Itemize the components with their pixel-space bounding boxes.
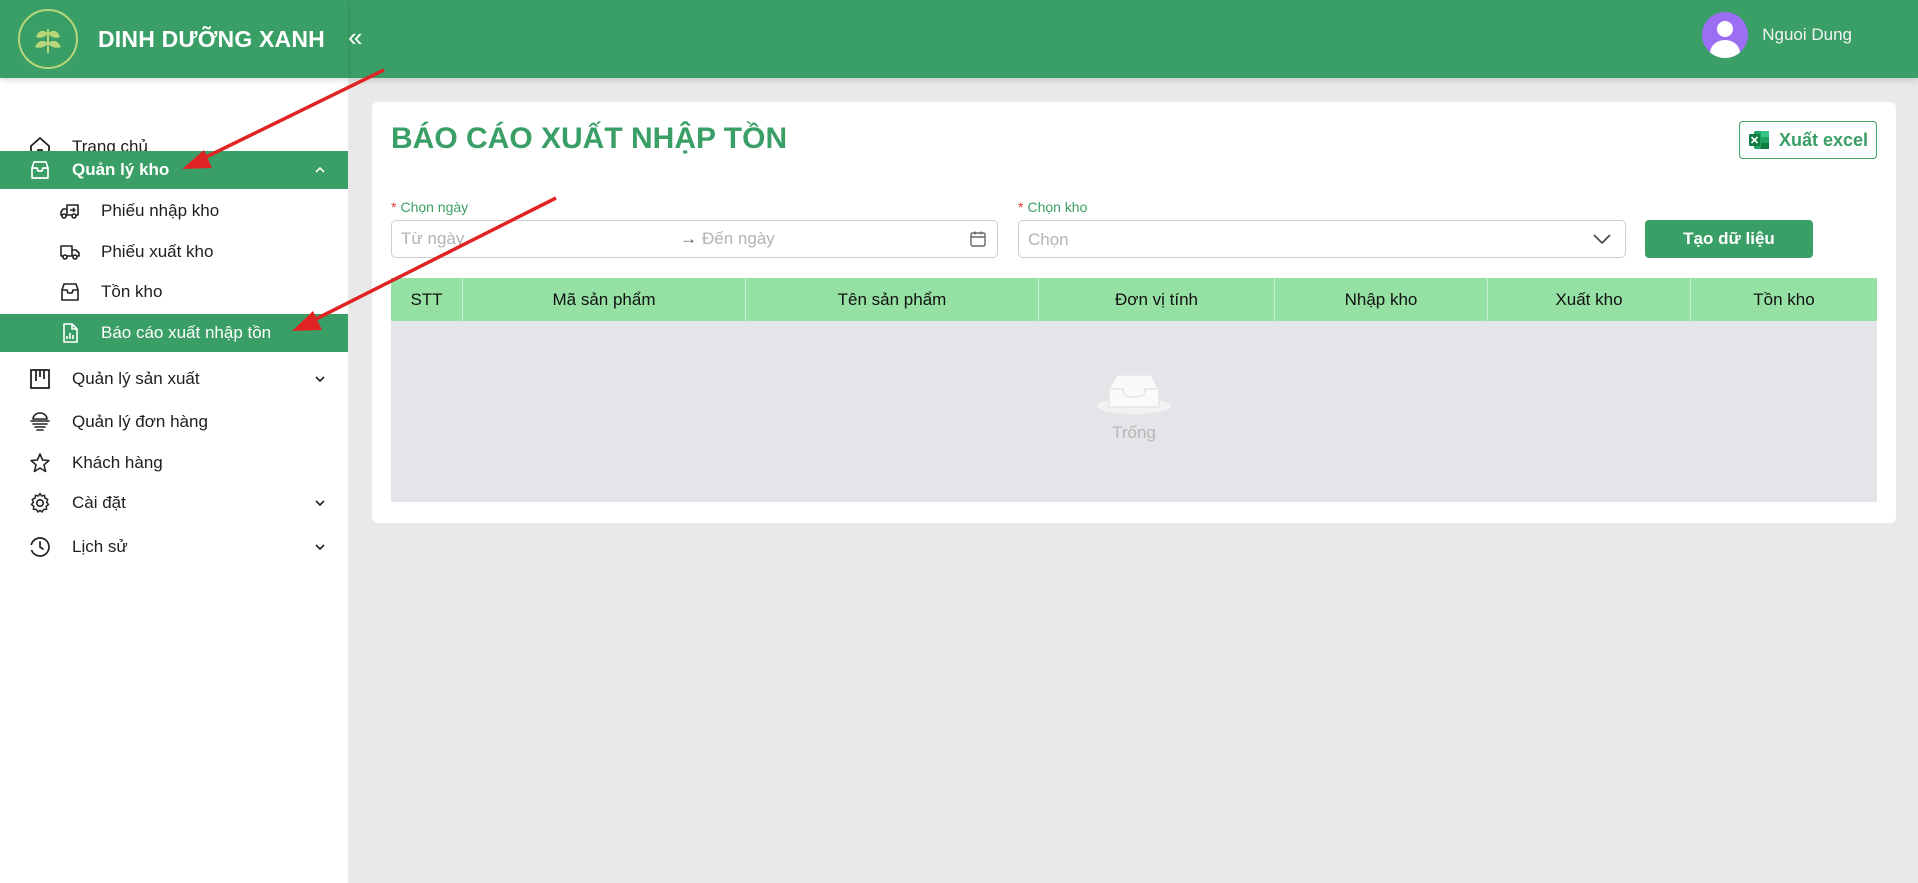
- sidebar-item-label: Lịch sử: [72, 537, 128, 556]
- chevron-down-icon[interactable]: [314, 373, 326, 385]
- sidebar-item-label: Cài đặt: [72, 493, 126, 512]
- column-header-in-stock[interactable]: Tồn kho: [1691, 278, 1877, 321]
- factory-icon: [30, 369, 50, 389]
- gear-icon: [30, 492, 50, 513]
- column-header-stt[interactable]: STT: [391, 278, 463, 321]
- sidebar-item-label: Phiếu xuất kho: [101, 242, 214, 261]
- chevron-down-icon: [1593, 234, 1611, 245]
- from-date-input[interactable]: Từ ngày: [401, 229, 464, 249]
- top-bar: « Nguoi Dung: [348, 0, 1918, 78]
- chevron-down-icon[interactable]: [314, 541, 326, 553]
- history-icon: [30, 537, 50, 557]
- sidebar-item-label: Quản lý đơn hàng: [72, 412, 208, 431]
- chevron-up-icon[interactable]: [314, 164, 326, 176]
- sidebar-item-history[interactable]: Lịch sử: [0, 528, 348, 566]
- report-icon: [63, 323, 78, 343]
- avatar[interactable]: [1702, 12, 1749, 58]
- date-field-label: * Chọn ngày: [391, 199, 468, 215]
- sidebar-item-production[interactable]: Quản lý sản xuất: [0, 360, 348, 398]
- sidebar-item-customers[interactable]: Khách hàng: [0, 444, 348, 482]
- brand-header: DINH DƯỠNG XANH: [0, 0, 348, 78]
- truck-icon: [60, 245, 80, 260]
- leaf-logo-icon[interactable]: [18, 9, 78, 69]
- sidebar-item-stock-in[interactable]: Phiếu nhập kho: [0, 192, 348, 230]
- report-card: BÁO CÁO XUẤT NHẬP TỒN Xuất excel * Chọn n…: [372, 102, 1896, 523]
- sidebar-item-label: Quản lý sản xuất: [72, 369, 200, 388]
- export-excel-button[interactable]: Xuất excel: [1739, 121, 1877, 159]
- export-excel-label: Xuất excel: [1778, 129, 1869, 150]
- report-table: STT Mã sản phẩm Tên sản phẩm Đơn vị tính…: [391, 278, 1877, 502]
- sidebar: Trang chủ Quản lý kho Phiếu nhập kho Phi…: [0, 78, 348, 883]
- to-date-input[interactable]: Đến ngày: [702, 229, 775, 249]
- date-separator: →: [680, 229, 697, 248]
- empty-box-icon: [1097, 374, 1171, 414]
- column-header-unit[interactable]: Đơn vị tính: [1039, 278, 1275, 321]
- inbox-icon: [61, 283, 79, 301]
- column-header-stock-in[interactable]: Nhập kho: [1275, 278, 1488, 321]
- calendar-icon[interactable]: [969, 230, 987, 248]
- sidebar-item-orders[interactable]: Quản lý đơn hàng: [0, 403, 348, 441]
- truck-in-icon: [60, 204, 79, 219]
- sidebar-item-warehouse[interactable]: Quản lý kho: [0, 151, 348, 189]
- warehouse-field-label-text: Chọn kho: [1027, 199, 1088, 215]
- chevron-down-icon[interactable]: [314, 497, 326, 509]
- warehouse-field-label: * Chọn kho: [1018, 199, 1087, 215]
- sidebar-item-label: Báo cáo xuất nhập tồn: [101, 323, 272, 342]
- empty-text: Trống: [1112, 423, 1156, 442]
- double-chevron-left-icon[interactable]: «: [348, 22, 370, 52]
- brand-name[interactable]: DINH DƯỠNG XANH: [98, 26, 325, 53]
- table-empty-state: Trống: [391, 321, 1877, 502]
- sidebar-item-label: Phiếu nhập kho: [101, 201, 220, 220]
- sidebar-item-settings[interactable]: Cài đặt: [0, 484, 348, 522]
- orders-icon: [30, 412, 50, 431]
- date-range-picker[interactable]: Từ ngày → Đến ngày: [391, 220, 998, 258]
- inbox-icon: [31, 161, 49, 179]
- page-title: BÁO CÁO XUẤT NHẬP TỒN: [391, 122, 788, 155]
- sidebar-item-label: Tồn kho: [101, 282, 163, 301]
- sidebar-item-inventory-report[interactable]: Báo cáo xuất nhập tồn: [0, 314, 348, 352]
- required-mark: *: [1018, 199, 1024, 215]
- column-header-product-name[interactable]: Tên sản phẩm: [746, 278, 1039, 321]
- date-field-label-text: Chọn ngày: [400, 199, 469, 215]
- user-menu[interactable]: Nguoi Dung: [1702, 12, 1852, 58]
- required-mark: *: [391, 199, 397, 215]
- sidebar-item-stock-out[interactable]: Phiếu xuất kho: [0, 233, 348, 271]
- user-name[interactable]: Nguoi Dung: [1762, 25, 1852, 45]
- sidebar-item-label: Quản lý kho: [72, 160, 170, 179]
- sidebar-item-inventory[interactable]: Tồn kho: [0, 273, 348, 311]
- create-data-button[interactable]: Tạo dữ liệu: [1645, 220, 1813, 258]
- sidebar-item-label: Khách hàng: [72, 453, 163, 472]
- table-header: STT Mã sản phẩm Tên sản phẩm Đơn vị tính…: [391, 278, 1877, 321]
- warehouse-select[interactable]: Chọn: [1018, 220, 1626, 258]
- column-header-product-code[interactable]: Mã sản phẩm: [463, 278, 746, 321]
- star-icon: [30, 453, 50, 473]
- excel-icon: [1748, 131, 1769, 149]
- column-header-stock-out[interactable]: Xuất kho: [1488, 278, 1691, 321]
- warehouse-select-placeholder: Chọn: [1028, 230, 1069, 249]
